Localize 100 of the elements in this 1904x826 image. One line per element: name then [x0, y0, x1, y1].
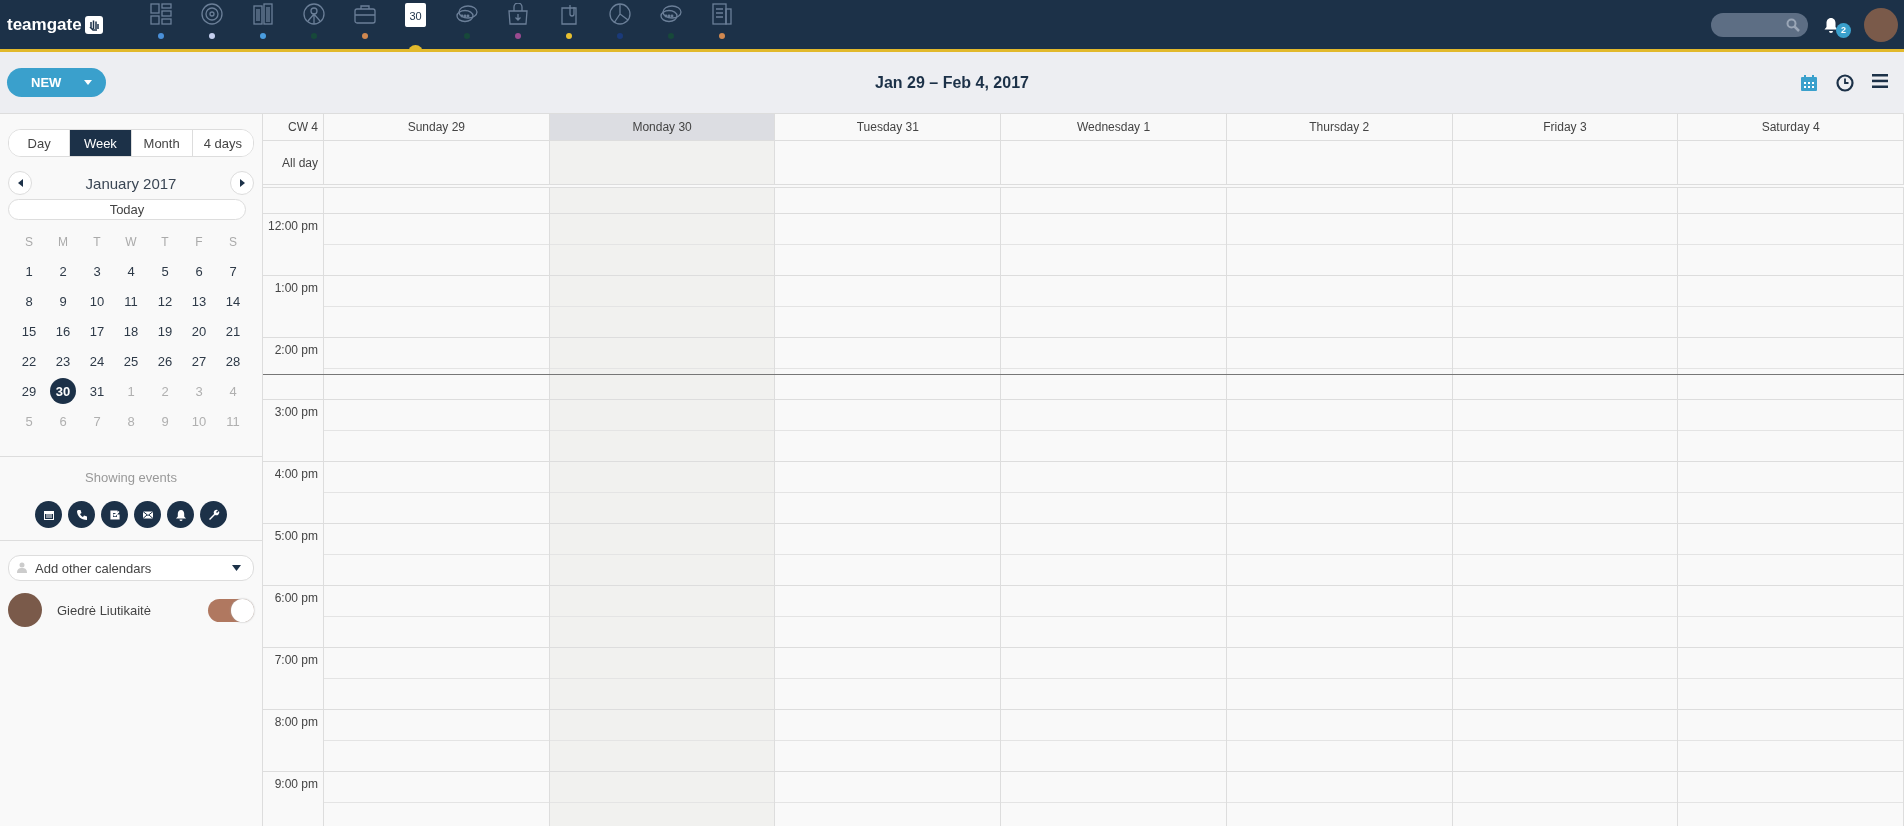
task-filter-button[interactable]: [101, 501, 128, 528]
time-label: 8:00 pm: [274, 715, 318, 729]
building-icon: [251, 3, 274, 25]
briefcase-icon: [353, 3, 376, 25]
checkbox-icon: [108, 508, 121, 521]
logo-text: teamgate: [7, 14, 82, 35]
time-label: 5:00 pm: [274, 529, 318, 543]
day-header[interactable]: Monday 30: [549, 114, 776, 140]
calendar-day[interactable]: 4: [118, 258, 144, 284]
calendar-day[interactable]: 28: [220, 348, 246, 374]
calendar-day[interactable]: 30: [50, 378, 76, 404]
calendar-day[interactable]: 12: [152, 288, 178, 314]
caret-icon: [84, 80, 92, 85]
month-title: January 2017: [85, 174, 177, 192]
day-header[interactable]: Sunday 29: [324, 114, 550, 140]
time-label: 6:00 pm: [274, 591, 318, 605]
app-logo[interactable]: teamgate: [0, 14, 137, 35]
calendar-day[interactable]: 24: [84, 348, 110, 374]
calendar-day[interactable]: 27: [186, 348, 212, 374]
calendar-day[interactable]: 2: [50, 258, 76, 284]
previous-month-button[interactable]: [8, 171, 32, 195]
time-label: 4:00 pm: [274, 467, 318, 481]
target-icon: [200, 3, 223, 25]
nav-item[interactable]: 30: [398, 0, 433, 49]
calendar-day[interactable]: 25: [118, 348, 144, 374]
calendar-day[interactable]: 13: [186, 288, 212, 314]
calendar-day[interactable]: 18: [118, 318, 144, 344]
calendar-day[interactable]: 14: [220, 288, 246, 314]
chat-icon: [659, 3, 682, 25]
view-tab[interactable]: Week: [69, 130, 131, 156]
wrench-filter-button[interactable]: [200, 501, 227, 528]
calendar-day[interactable]: 15: [16, 318, 42, 344]
calendar-day[interactable]: 21: [220, 318, 246, 344]
calendar-day[interactable]: 10: [84, 288, 110, 314]
weekday-label: S: [228, 234, 238, 251]
calendar-day[interactable]: 20: [186, 318, 212, 344]
calendar-filter-button[interactable]: [35, 501, 62, 528]
envelope-icon: [141, 508, 154, 521]
pie-icon: [608, 3, 631, 25]
calendar-day[interactable]: 1: [16, 258, 42, 284]
date-range-title: Jan 29 – Feb 4, 2017: [875, 73, 1029, 92]
day-header[interactable]: Tuesday 31: [775, 114, 1002, 140]
search-icon: [1786, 17, 1800, 32]
view-tab[interactable]: 4 days: [191, 130, 253, 156]
user-avatar[interactable]: [1864, 7, 1898, 42]
clock-view-button[interactable]: [1834, 71, 1856, 94]
day-header[interactable]: Friday 3: [1452, 114, 1679, 140]
all-day-label: All day: [263, 141, 324, 184]
weekday-label: F: [194, 234, 204, 251]
day-header[interactable]: Thursday 2: [1226, 114, 1453, 140]
user-avatar: [8, 593, 42, 627]
calendar-day[interactable]: 7: [220, 258, 246, 284]
mail-filter-button[interactable]: [134, 501, 161, 528]
calendar-day[interactable]: 9: [50, 288, 76, 314]
calendar-day[interactable]: 29: [16, 378, 42, 404]
week-number: CW 4: [263, 114, 324, 140]
person-icon: [17, 562, 29, 574]
user-name: Giedrė Liutikaitė: [57, 602, 152, 618]
weekday-label: M: [57, 234, 69, 251]
calendar-day[interactable]: 31: [84, 378, 110, 404]
bell-icon: [174, 508, 187, 521]
time-label: 1:00 pm: [274, 281, 318, 295]
chat-icon: [455, 3, 478, 25]
bag-icon: [506, 3, 529, 25]
toggle-switch[interactable]: [208, 598, 254, 622]
dashboard-icon: [149, 3, 172, 25]
weekday-label: S: [24, 234, 34, 251]
time-label: 3:00 pm: [274, 405, 318, 419]
phone-filter-button[interactable]: [68, 501, 95, 528]
search-field[interactable]: [1711, 12, 1808, 37]
add-calendars-dropdown[interactable]: Add other calendars: [8, 555, 254, 581]
bell-filter-button[interactable]: [167, 501, 194, 528]
calendar-day[interactable]: 22: [16, 348, 42, 374]
calendar-day[interactable]: 19: [152, 318, 178, 344]
calendar-icon: [1800, 73, 1818, 92]
time-label: 9:00 pm: [274, 777, 318, 791]
menu-icon: [1872, 73, 1888, 88]
today-button[interactable]: Today: [8, 199, 246, 220]
day-header[interactable]: Wednesday 1: [1001, 114, 1227, 140]
phone-icon: [75, 508, 88, 521]
calendar-day[interactable]: 11: [118, 288, 144, 314]
weekday-label: T: [160, 234, 170, 251]
next-month-button[interactable]: [230, 171, 254, 195]
calendar-day[interactable]: 16: [50, 318, 76, 344]
left-triangle-icon: [17, 179, 23, 187]
day-header[interactable]: Saturday 4: [1678, 114, 1904, 140]
calendar-day[interactable]: 17: [84, 318, 110, 344]
calendar-day[interactable]: 8: [16, 288, 42, 314]
calendar-day[interactable]: 6: [186, 258, 212, 284]
bell-icon: [1824, 16, 1838, 33]
caret-icon: [232, 565, 241, 571]
time-label: 2:00 pm: [274, 343, 318, 357]
weekday-label: T: [92, 234, 102, 251]
showing-events-label: Showing events: [84, 470, 178, 485]
calendar-date: 30: [409, 10, 422, 22]
calendar-day[interactable]: 23: [50, 348, 76, 374]
weekday-label: W: [124, 234, 138, 251]
calendar-day[interactable]: 26: [152, 348, 178, 374]
calendar-day[interactable]: 3: [84, 258, 110, 284]
calendar-day[interactable]: 5: [152, 258, 178, 284]
